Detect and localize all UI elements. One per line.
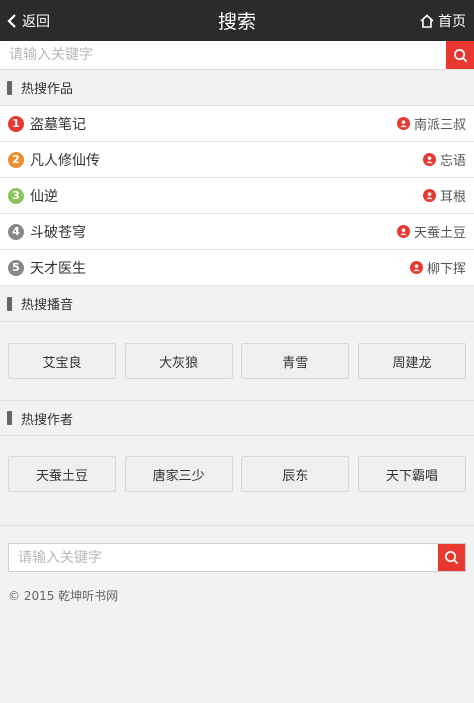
search-icon <box>453 48 467 62</box>
home-icon <box>420 13 434 28</box>
person-icon <box>422 189 436 202</box>
author-button[interactable]: 辰东 <box>241 456 350 492</box>
author-link[interactable]: 耳根 <box>422 186 466 205</box>
narrator-button[interactable]: 艾宝良 <box>8 343 116 379</box>
bottom-search-button[interactable] <box>438 544 465 571</box>
book-title[interactable]: 天才医生 <box>30 258 410 278</box>
back-button[interactable]: 返回 <box>6 0 50 41</box>
author-name: 忘语 <box>439 154 466 169</box>
author-name: 南派三叔 <box>413 118 466 133</box>
author-link[interactable]: 忘语 <box>422 150 466 169</box>
book-title[interactable]: 盗墓笔记 <box>30 114 397 134</box>
section-title: 热搜作者 <box>21 412 74 428</box>
list-item[interactable]: 5 天才医生 柳下挥 <box>0 250 474 286</box>
narrator-button[interactable]: 青雪 <box>241 343 350 379</box>
list-item[interactable]: 1 盗墓笔记 南派三叔 <box>0 106 474 142</box>
footer-copyright: © 2015 乾坤听书网 <box>8 589 119 603</box>
person-icon <box>396 225 410 238</box>
section-marker <box>7 296 12 311</box>
list-item[interactable]: 4 斗破苍穹 天蚕土豆 <box>0 214 474 250</box>
section-header-hot-narrators: 热搜播音 <box>0 286 474 322</box>
chevron-left-icon <box>7 13 16 28</box>
rank-badge: 2 <box>8 151 24 168</box>
rank-badge: 4 <box>8 223 24 240</box>
bottom-search-bar <box>8 543 466 572</box>
narrator-button[interactable]: 大灰狼 <box>124 343 233 379</box>
author-link[interactable]: 天蚕土豆 <box>396 222 466 241</box>
book-title[interactable]: 仙逆 <box>30 186 423 206</box>
home-button[interactable]: 首页 <box>420 0 466 41</box>
author-buttons: 天蚕土豆 唐家三少 辰东 天下霸唱 <box>0 436 474 526</box>
section-marker <box>7 411 12 425</box>
author-link[interactable]: 南派三叔 <box>396 114 466 133</box>
author-link[interactable]: 柳下挥 <box>409 258 466 277</box>
bottom-search-input[interactable] <box>9 544 438 571</box>
list-item[interactable]: 2 凡人修仙传 忘语 <box>0 142 474 178</box>
rank-badge: 1 <box>8 115 24 132</box>
author-name: 耳根 <box>439 190 466 205</box>
person-icon <box>396 117 410 130</box>
author-button[interactable]: 天下霸唱 <box>357 456 466 492</box>
person-icon <box>409 261 423 274</box>
list-item[interactable]: 3 仙逆 耳根 <box>0 178 474 214</box>
narrator-buttons: 艾宝良 大灰狼 青雪 周建龙 <box>0 322 474 400</box>
search-input[interactable] <box>0 41 446 69</box>
search-icon <box>445 551 459 565</box>
section-title: 热搜作品 <box>21 82 74 97</box>
author-name: 柳下挥 <box>426 262 466 277</box>
person-icon <box>422 153 436 166</box>
top-search-bar <box>0 41 474 70</box>
narrator-button[interactable]: 周建龙 <box>357 343 466 379</box>
book-title[interactable]: 凡人修仙传 <box>30 150 423 170</box>
home-label: 首页 <box>438 13 466 30</box>
section-marker <box>7 80 12 95</box>
page-title: 搜索 <box>217 11 256 33</box>
rank-badge: 5 <box>8 259 24 276</box>
app-header: 返回 搜索 首页 <box>0 0 474 41</box>
rank-badge: 3 <box>8 187 24 204</box>
hot-works-list: 1 盗墓笔记 南派三叔 2 凡人修仙传 忘语 3 仙逆 耳根 4 斗破苍穹 天蚕… <box>0 106 474 286</box>
section-header-hot-authors: 热搜作者 <box>0 400 474 436</box>
back-label: 返回 <box>22 13 50 30</box>
section-title: 热搜播音 <box>21 298 74 313</box>
author-button[interactable]: 唐家三少 <box>124 456 233 492</box>
book-title[interactable]: 斗破苍穹 <box>30 222 397 242</box>
author-name: 天蚕土豆 <box>413 226 466 241</box>
search-button[interactable] <box>446 41 474 69</box>
section-header-hot-works: 热搜作品 <box>0 70 474 106</box>
author-button[interactable]: 天蚕土豆 <box>8 456 116 492</box>
